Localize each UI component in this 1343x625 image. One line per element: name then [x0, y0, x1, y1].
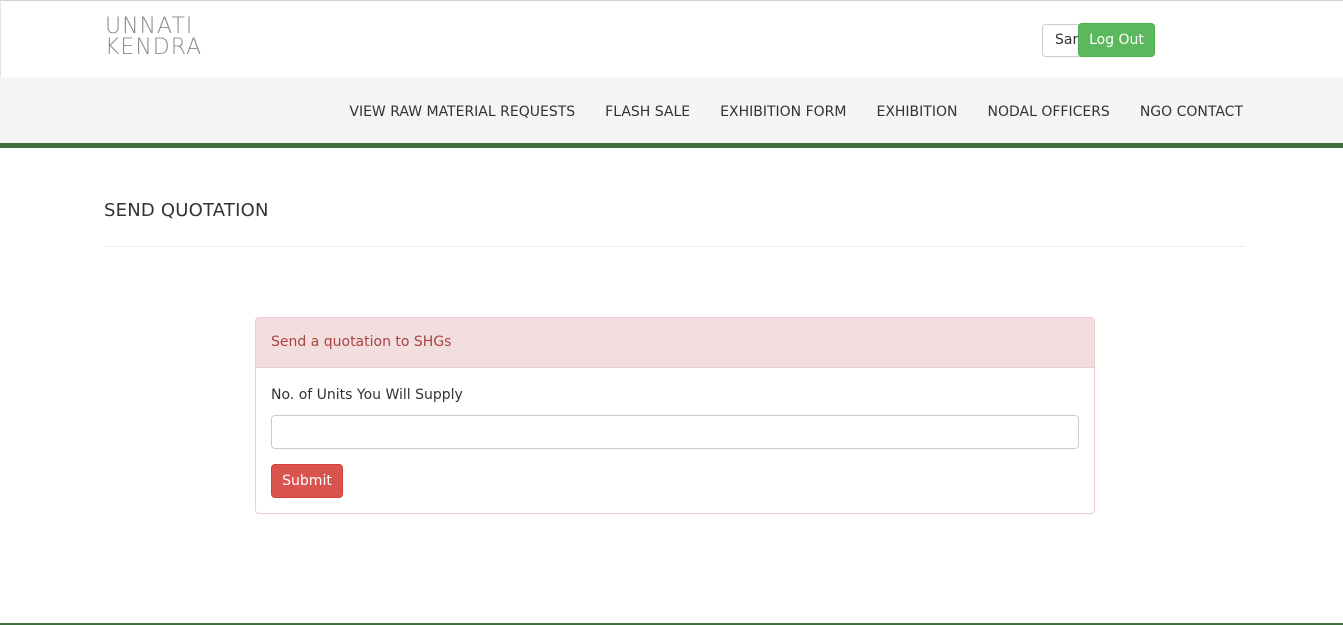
logo-line-2: KENDRA — [105, 35, 203, 60]
top-header: UNNATI KENDRA Sar Log Out — [0, 0, 1343, 77]
nav-item-exhibition[interactable]: EXHIBITION — [876, 104, 957, 120]
logo-line-1: UNNATI — [105, 14, 194, 39]
title-divider — [104, 246, 1245, 247]
nav-item-ngo-contact[interactable]: NGO CONTACT — [1140, 104, 1243, 120]
nav-item-flash-sale[interactable]: FLASH SALE — [605, 104, 690, 120]
quotation-panel: Send a quotation to SHGs No. of Units Yo… — [255, 317, 1095, 514]
nav-item-view-raw-material-requests[interactable]: VIEW RAW MATERIAL REQUESTS — [349, 104, 575, 120]
site-logo[interactable]: UNNATI KENDRA — [105, 14, 205, 60]
nav-item-nodal-officers[interactable]: NODAL OFFICERS — [987, 104, 1109, 120]
units-label: No. of Units You Will Supply — [271, 387, 463, 403]
units-input[interactable] — [271, 415, 1079, 449]
main-navbar: VIEW RAW MATERIAL REQUESTS FLASH SALE EX… — [0, 77, 1343, 148]
nav-item-exhibition-form[interactable]: EXHIBITION FORM — [720, 104, 846, 120]
nav-menu: VIEW RAW MATERIAL REQUESTS FLASH SALE EX… — [319, 77, 1243, 147]
page-title: SEND QUOTATION — [104, 200, 269, 221]
submit-button[interactable]: Submit — [271, 464, 343, 498]
logout-button[interactable]: Log Out — [1078, 23, 1155, 57]
panel-heading: Send a quotation to SHGs — [256, 318, 1094, 368]
